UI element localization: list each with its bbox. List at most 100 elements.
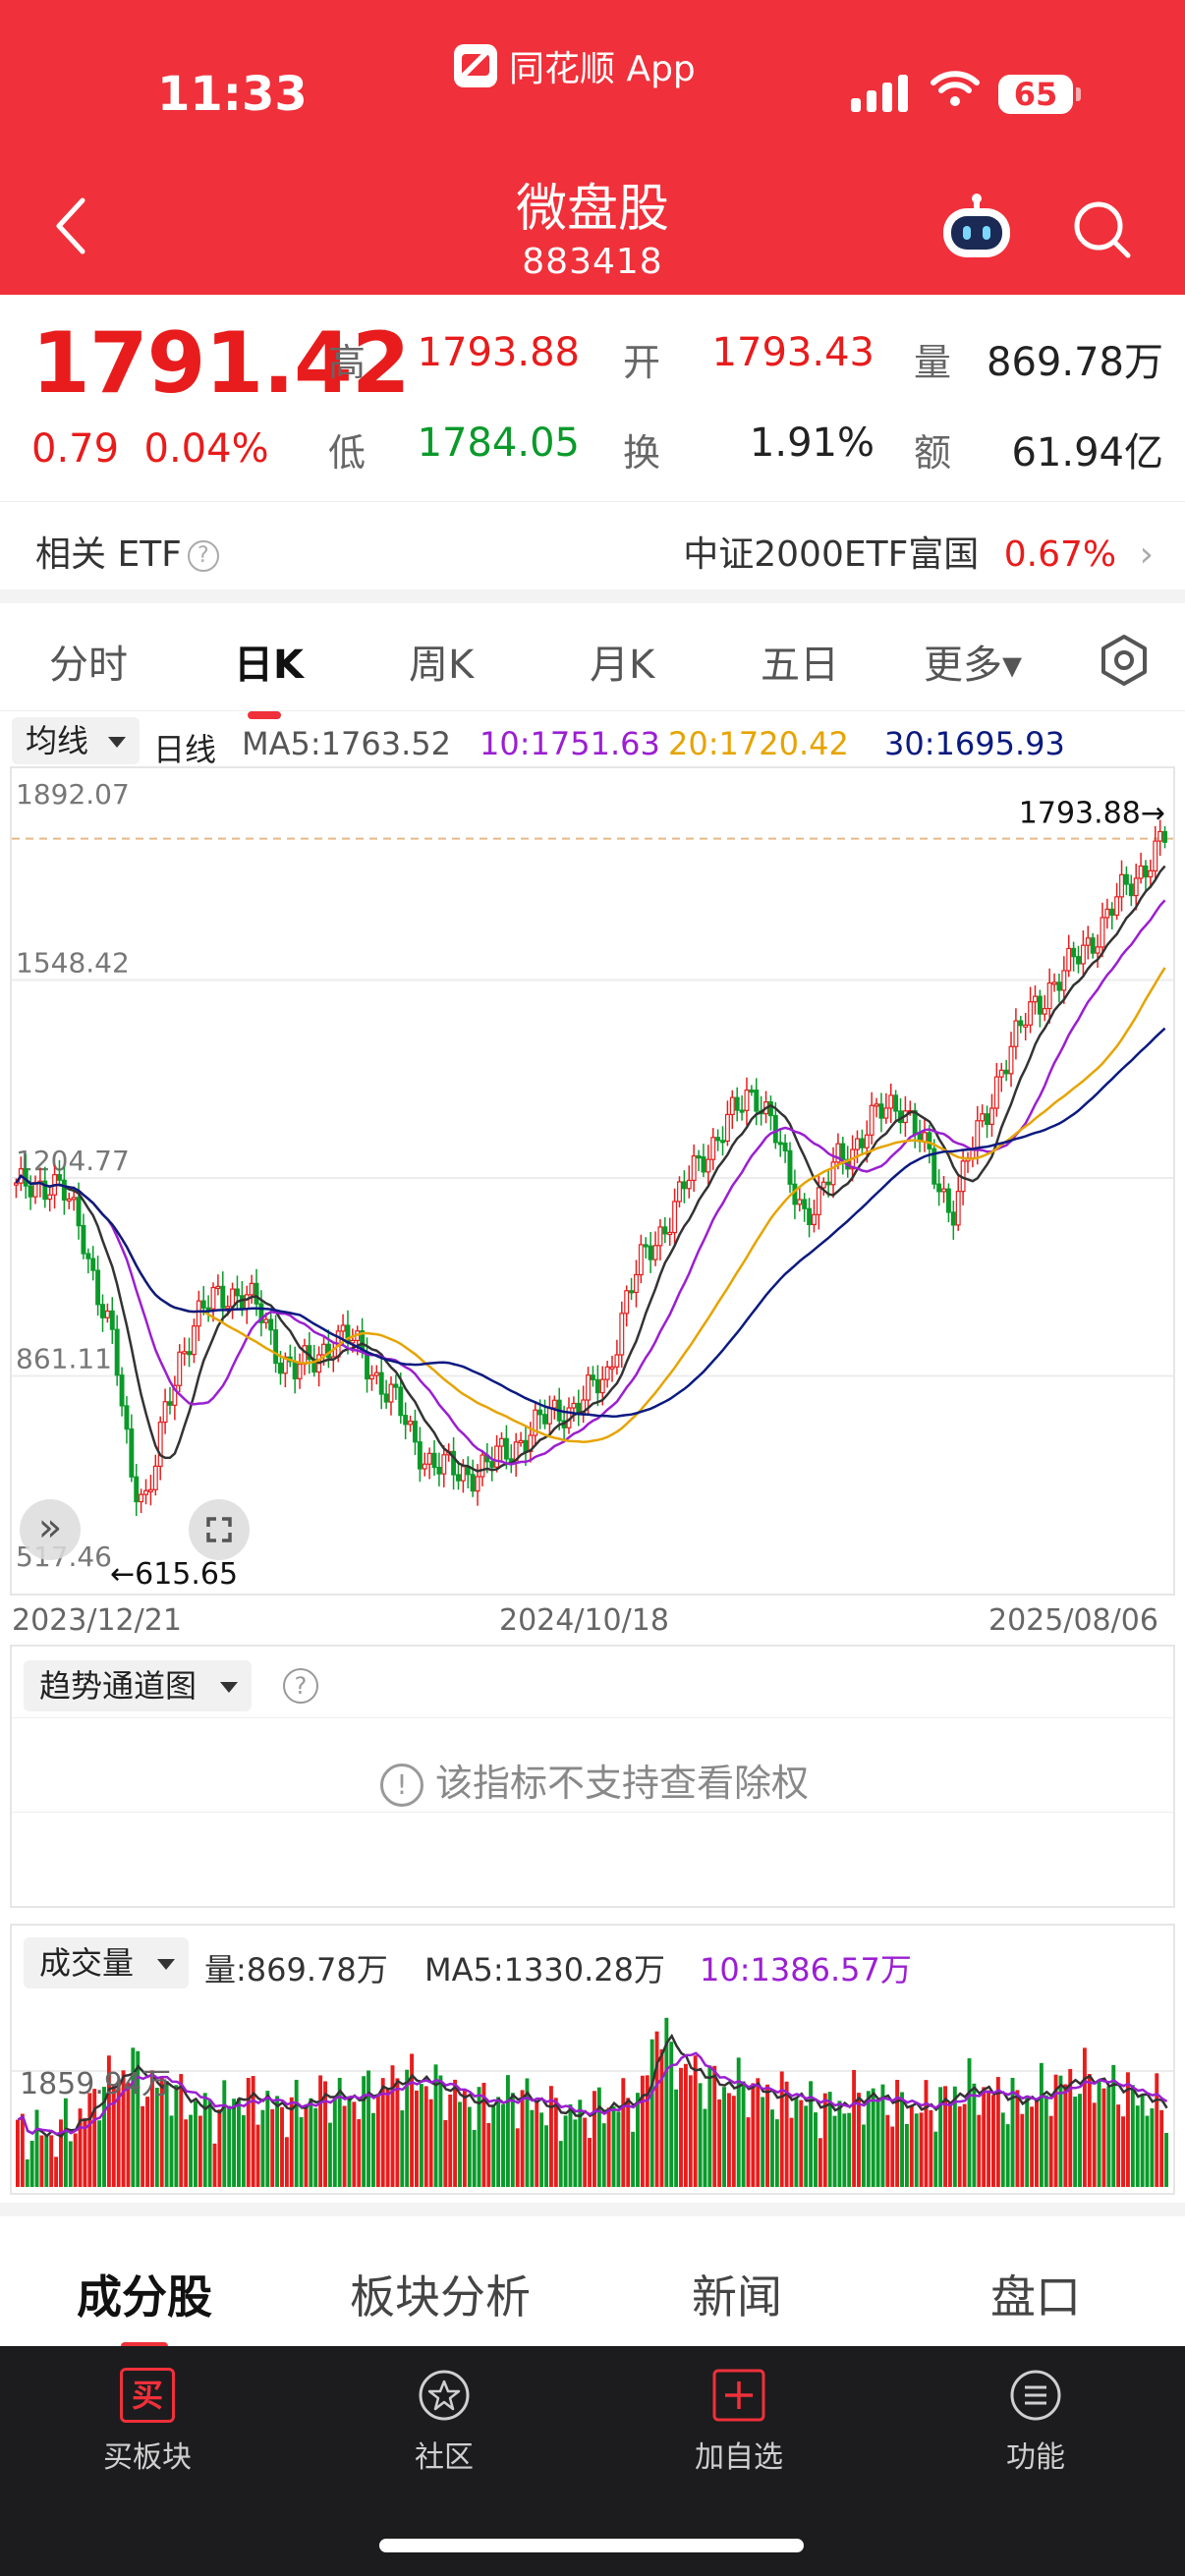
- volume-bar-down: [367, 2070, 371, 2187]
- etf-link[interactable]: 中证2000ETF富国 0.67% ›: [683, 526, 1154, 577]
- buy-sector-button[interactable]: 买 买板块: [59, 2368, 236, 2476]
- candle-down: [807, 1207, 813, 1225]
- candle-up: [47, 1194, 53, 1201]
- tab-more[interactable]: 更多▾: [924, 633, 1022, 690]
- volume-bar-up: [909, 2105, 914, 2187]
- home-indicator[interactable]: [379, 2539, 804, 2552]
- tab-intraday[interactable]: 分时: [49, 633, 128, 690]
- tab-sector-analysis[interactable]: 板块分析: [350, 2262, 531, 2326]
- related-etf-row[interactable]: 相关 ETF? 中证2000ETF富国 0.67% ›: [0, 501, 1185, 589]
- candle-up: [975, 1120, 981, 1150]
- candle-up: [191, 1325, 197, 1356]
- functions-button[interactable]: 功能: [947, 2368, 1124, 2476]
- tab-weekly-k[interactable]: 周K: [409, 633, 474, 690]
- volume-bar-up: [982, 2087, 987, 2187]
- volume-bar-up: [553, 2098, 558, 2187]
- volume-bar-down: [703, 2108, 707, 2187]
- volume-bar-down: [260, 2109, 265, 2187]
- volume-bar-up: [1048, 2115, 1053, 2187]
- volume-selector[interactable]: 成交量: [24, 1937, 190, 1988]
- volume-bar-up: [1063, 2084, 1068, 2187]
- candle-up: [586, 1374, 592, 1401]
- volume-bar-down: [616, 2111, 621, 2187]
- date-end: 2025/08/06: [988, 1603, 1158, 1638]
- volume-bar-up: [1092, 2102, 1097, 2187]
- candle-down: [100, 1304, 105, 1318]
- volume-bar-up: [54, 2156, 59, 2187]
- volume-bar-down: [491, 2106, 496, 2187]
- candle-down: [945, 1188, 951, 1213]
- tab-daily-k[interactable]: 日K: [234, 633, 304, 719]
- candle-up: [460, 1466, 466, 1482]
- volume-panel[interactable]: 成交量 量:869.78万 MA5:1330.28万 10:1386.57万 1…: [10, 1924, 1175, 2195]
- candle-down: [114, 1328, 120, 1376]
- candle-up: [672, 1201, 678, 1234]
- candle-up: [922, 1132, 928, 1143]
- candle-up: [426, 1452, 432, 1465]
- candle-down: [470, 1474, 476, 1492]
- expand-left-button[interactable]: »: [20, 1499, 81, 1560]
- add-watchlist-button[interactable]: 加自选: [650, 2368, 827, 2476]
- volume-bar-down: [222, 2080, 227, 2187]
- candle-down: [187, 1351, 193, 1356]
- indicator-selector[interactable]: 趋势通道图: [24, 1660, 253, 1711]
- volume-bar-up: [520, 2090, 525, 2187]
- back-to-app-badge[interactable]: 同花顺 App: [454, 43, 696, 89]
- candle-down: [878, 1103, 884, 1119]
- candle-down: [792, 1183, 798, 1205]
- candle-down: [985, 1113, 990, 1126]
- help-icon[interactable]: ?: [187, 540, 219, 572]
- tab-order-book[interactable]: 盘口: [990, 2262, 1081, 2326]
- candle-down: [109, 1310, 115, 1330]
- volume-bar-down: [169, 2115, 174, 2187]
- volume-bar-down: [154, 2087, 159, 2187]
- volume-bar-down: [967, 2058, 972, 2187]
- app-name: 同花顺 App: [509, 49, 696, 89]
- kline-chart[interactable]: 1892.071548.421204.77861.11517.461793.88…: [10, 766, 1175, 1596]
- volume-bar-down: [501, 2103, 505, 2187]
- candle-up: [797, 1199, 803, 1205]
- volume-bar-up: [588, 2138, 592, 2187]
- low-value: 1784.05: [417, 420, 580, 466]
- tab-five-day[interactable]: 五日: [761, 633, 839, 690]
- volume-bar-down: [1145, 2115, 1150, 2187]
- tab-constituents[interactable]: 成分股: [77, 2262, 212, 2350]
- price-change: 0.79 0.04%: [31, 426, 269, 472]
- candle-up: [1080, 944, 1086, 965]
- candle-down: [542, 1414, 547, 1425]
- candle-down: [167, 1401, 173, 1406]
- volume-bar-down: [1044, 2095, 1048, 2187]
- volume-bar-up: [289, 2097, 294, 2187]
- candle-up: [820, 1181, 826, 1189]
- fullscreen-button[interactable]: [189, 1499, 250, 1560]
- community-button[interactable]: 社区: [356, 2368, 533, 2476]
- candle-down: [235, 1288, 240, 1297]
- volume-bar-up: [198, 2115, 202, 2187]
- candle-up: [1051, 981, 1057, 985]
- ma-selector[interactable]: 均线: [12, 717, 140, 764]
- candle-down: [90, 1258, 96, 1271]
- candle-up: [143, 1489, 148, 1495]
- candle-up: [104, 1310, 110, 1318]
- search-icon[interactable]: [1071, 198, 1134, 261]
- robot-assistant-icon[interactable]: [939, 193, 1014, 261]
- help-icon[interactable]: ?: [283, 1668, 318, 1704]
- candle-down: [398, 1386, 404, 1417]
- volume-bar-down: [505, 2075, 510, 2187]
- volume-bar-down: [871, 2088, 875, 2187]
- candle-down: [403, 1415, 409, 1426]
- volume-bar-down: [227, 2105, 232, 2187]
- candle-up: [373, 1372, 379, 1376]
- volume-bar-down: [1078, 2094, 1082, 2187]
- volume-bar-up: [583, 2117, 588, 2187]
- volume-bar-down: [861, 2124, 866, 2187]
- candle-up: [812, 1213, 817, 1225]
- candle-down: [927, 1132, 932, 1149]
- candle-down: [643, 1244, 649, 1248]
- tab-news[interactable]: 新闻: [692, 2262, 782, 2326]
- fullscreen-icon: [206, 1517, 232, 1542]
- volume-bar-down: [97, 2120, 102, 2187]
- volume-bar-up: [924, 2080, 929, 2187]
- settings-hexagon-icon[interactable]: [1097, 633, 1152, 688]
- tab-monthly-k[interactable]: 月K: [590, 633, 654, 690]
